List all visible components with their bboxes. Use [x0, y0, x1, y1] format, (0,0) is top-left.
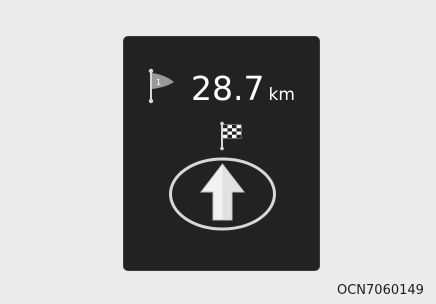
figure-code: OCN7060149 — [337, 283, 424, 298]
distance-readout: 28.7 km — [191, 69, 295, 109]
waypoint-number: 1 — [156, 78, 161, 87]
waypoint-flag-icon: 1 — [148, 68, 174, 104]
straight-arrow-icon — [169, 157, 276, 231]
checkered-flag-icon — [220, 121, 242, 151]
distance-unit: km — [268, 85, 295, 105]
figure: 1 28.7 km OCN7060149 — [0, 0, 436, 304]
distance-value: 28.7 — [191, 69, 265, 108]
